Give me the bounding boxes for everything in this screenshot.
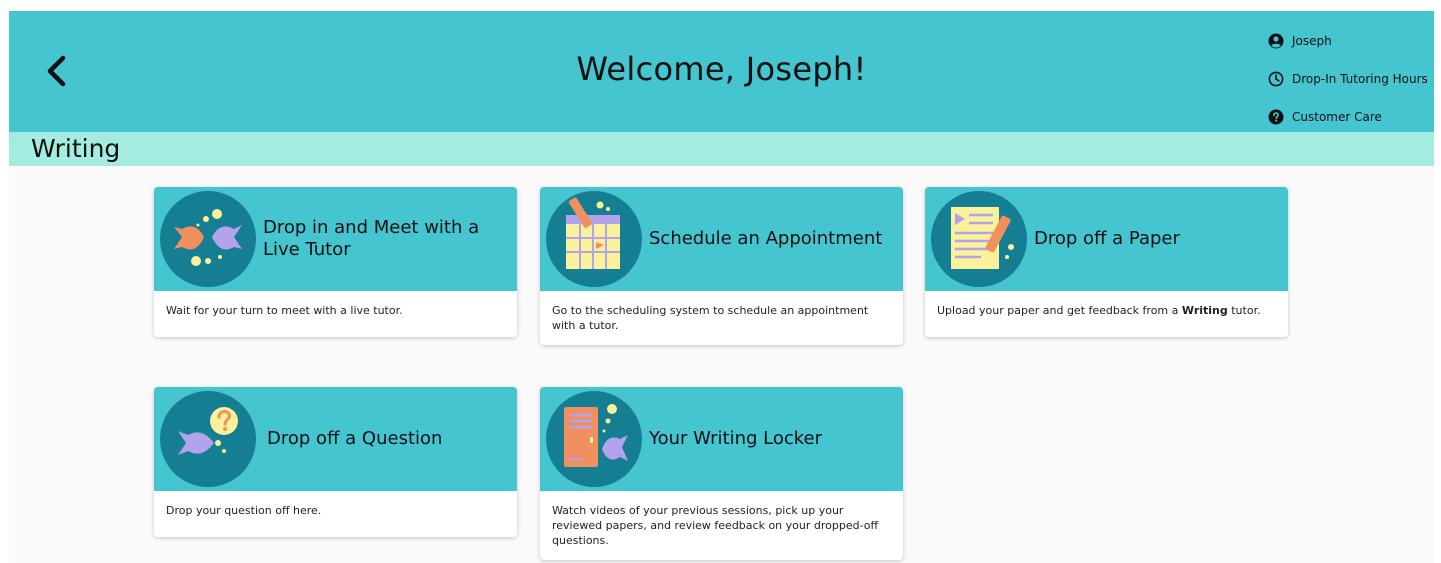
paper-pencil-icon — [931, 191, 1027, 287]
calendar-pencil-icon — [546, 191, 642, 287]
card-title: Schedule an Appointment — [649, 228, 883, 249]
card-title: Drop off a Paper — [1034, 228, 1180, 249]
card-description-bold: Writing — [1181, 304, 1228, 317]
user-name-link[interactable]: Joseph — [1268, 22, 1434, 60]
card-title: Your Writing Locker — [649, 428, 823, 449]
card-drop-off-paper[interactable]: Drop off a Paper Upload your paper and g… — [925, 187, 1288, 337]
card-header: Drop in and Meet with a Live Tutor — [154, 187, 517, 291]
card-writing-locker[interactable]: Your Writing Locker Watch videos of your… — [540, 387, 903, 560]
page-title: Welcome, Joseph! — [576, 50, 867, 88]
card-header: Schedule an Appointment — [540, 187, 903, 291]
card-drop-off-question[interactable]: Drop off a Question Drop your question o… — [154, 387, 517, 537]
card-description: Watch videos of your previous sessions, … — [552, 504, 879, 547]
question-circle-icon — [1268, 109, 1284, 125]
header-bar: Welcome, Joseph! Joseph Drop-In Tutoring… — [9, 11, 1434, 132]
drop-in-hours-link[interactable]: Drop-In Tutoring Hours — [1268, 60, 1434, 98]
fish-question-icon — [160, 391, 256, 487]
card-schedule-appointment[interactable]: Schedule an Appointment Go to the schedu… — [540, 187, 903, 345]
card-header: Your Writing Locker — [540, 387, 903, 491]
card-drop-in-tutor[interactable]: Drop in and Meet with a Live Tutor Wait … — [154, 187, 517, 337]
customer-care-label: Customer Care — [1292, 110, 1382, 124]
section-bar: Writing — [9, 132, 1434, 166]
card-description: Upload your paper and get feedback from … — [925, 291, 1288, 328]
card-header: Drop off a Question — [154, 387, 517, 491]
card-title: Drop in and Meet with a Live Tutor — [263, 217, 480, 260]
two-fish-icon — [160, 191, 256, 287]
card-title: Drop off a Question — [267, 428, 443, 449]
user-circle-icon — [1268, 33, 1284, 49]
card-description: Drop your question off here. — [166, 504, 322, 517]
locker-fish-icon — [546, 391, 642, 487]
drop-in-hours-label: Drop-In Tutoring Hours — [1292, 72, 1428, 86]
card-description-text: tutor. — [1227, 304, 1261, 317]
card-description: Go to the scheduling system to schedule … — [552, 304, 869, 332]
card-header: Drop off a Paper — [925, 187, 1288, 291]
user-menu: Joseph Drop-In Tutoring Hours Customer C… — [1268, 22, 1434, 136]
app-frame: Welcome, Joseph! Joseph Drop-In Tutoring… — [9, 11, 1434, 563]
user-name-label: Joseph — [1292, 34, 1332, 48]
customer-care-link[interactable]: Customer Care — [1268, 98, 1434, 136]
card-description: Wait for your turn to meet with a live t… — [166, 304, 403, 317]
card-description-text: Upload your paper and get feedback from … — [937, 304, 1182, 317]
section-title: Writing — [31, 134, 121, 163]
clock-icon — [1268, 71, 1284, 87]
